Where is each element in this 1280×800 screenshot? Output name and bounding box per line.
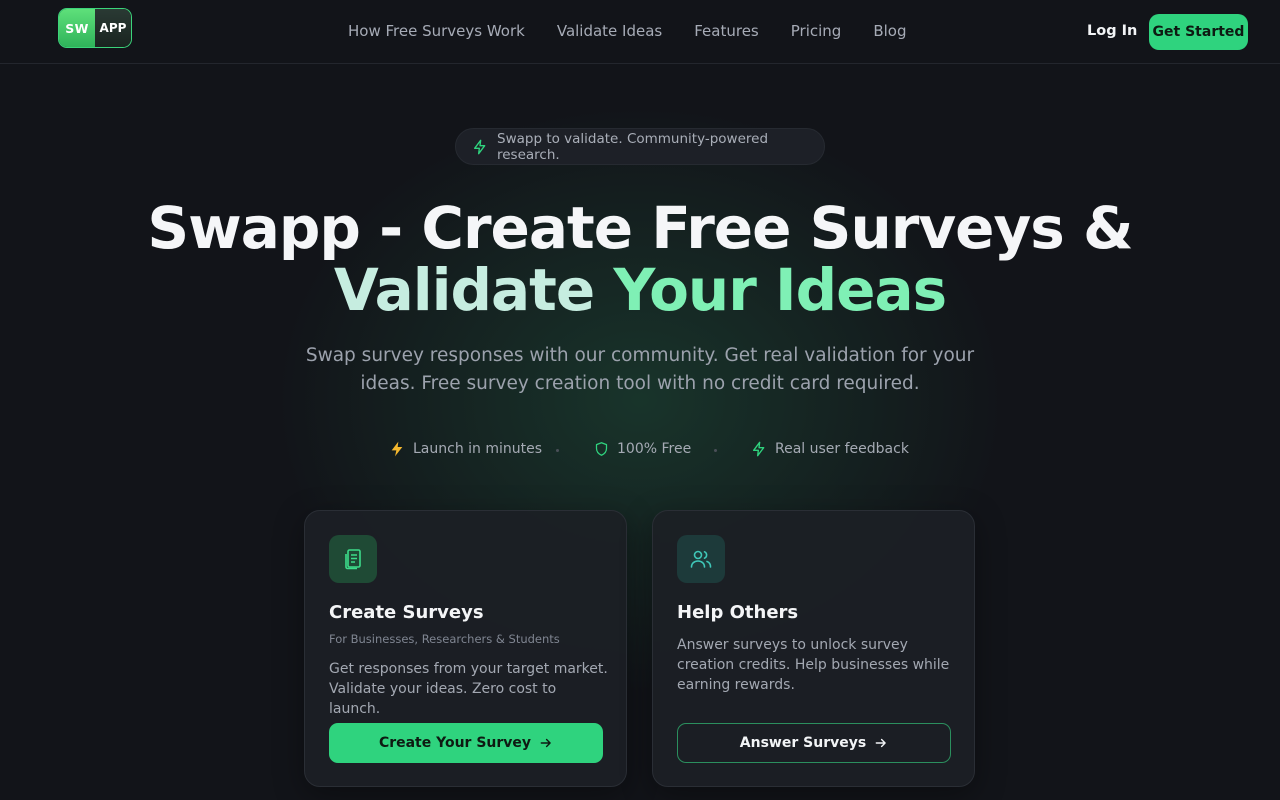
login-link[interactable]: Log In bbox=[1087, 23, 1137, 39]
nav-validate-ideas[interactable]: Validate Ideas bbox=[557, 22, 662, 40]
button-label: Create Your Survey bbox=[378, 735, 532, 751]
card-description: Answer surveys to unlock survey creation… bbox=[677, 637, 950, 693]
feature-label: Real user feedback bbox=[775, 441, 909, 457]
main-nav: How Free Surveys Work Validate Ideas Fea… bbox=[348, 22, 906, 40]
logo[interactable]: SW APP bbox=[58, 8, 132, 48]
create-survey-button[interactable]: Create Your Survey bbox=[329, 723, 603, 763]
feature-free: 100% Free bbox=[594, 441, 691, 457]
separator-dot bbox=[556, 449, 559, 452]
headline-line-2: Validate Your Ideas bbox=[0, 258, 1280, 322]
headline-line-1: Swapp - Create Free Surveys & bbox=[147, 194, 1133, 262]
card-title: Create Surveys bbox=[329, 602, 484, 623]
help-others-card: Help Others Answer surveys to unlock sur… bbox=[652, 510, 975, 787]
arrow-right-icon bbox=[539, 736, 553, 750]
card-description: Get responses from your target market. V… bbox=[329, 661, 608, 717]
nav-how-free-surveys-work[interactable]: How Free Surveys Work bbox=[348, 22, 525, 40]
document-icon bbox=[329, 535, 377, 583]
logo-left-text: SW bbox=[59, 9, 95, 47]
headline-your-ideas: Your Ideas bbox=[613, 256, 947, 324]
feature-label: 100% Free bbox=[617, 441, 692, 457]
bolt-icon bbox=[472, 139, 488, 155]
feature-feedback: Real user feedback bbox=[751, 441, 909, 457]
button-label: Answer Surveys bbox=[739, 735, 867, 751]
nav-features[interactable]: Features bbox=[694, 22, 759, 40]
shield-icon bbox=[594, 441, 609, 457]
create-surveys-card: Create Surveys For Businesses, Researche… bbox=[304, 510, 627, 787]
site-header: SW APP How Free Surveys Work Validate Id… bbox=[0, 0, 1280, 64]
tagline-text: Swapp to validate. Community-powered res… bbox=[497, 130, 769, 163]
card-title: Help Others bbox=[677, 602, 799, 623]
tagline-pill: Swapp to validate. Community-powered res… bbox=[455, 128, 825, 165]
nav-blog[interactable]: Blog bbox=[873, 22, 906, 40]
users-icon bbox=[677, 535, 725, 583]
nav-pricing[interactable]: Pricing bbox=[791, 22, 842, 40]
answer-surveys-button[interactable]: Answer Surveys bbox=[677, 723, 951, 763]
separator-dot bbox=[714, 449, 717, 452]
lightning-emoji-icon bbox=[389, 441, 405, 457]
bolt-icon bbox=[751, 441, 767, 457]
hero-subtitle: Swap survey responses with our community… bbox=[305, 345, 975, 394]
card-subtitle: For Businesses, Researchers & Students bbox=[329, 632, 560, 646]
get-started-button[interactable]: Get Started bbox=[1149, 14, 1248, 50]
headline-validate: Validate bbox=[333, 256, 614, 324]
arrow-right-icon bbox=[874, 736, 888, 750]
logo-right-text: APP bbox=[95, 9, 131, 47]
feature-label: Launch in minutes bbox=[413, 441, 543, 457]
feature-launch: Launch in minutes bbox=[389, 441, 542, 457]
